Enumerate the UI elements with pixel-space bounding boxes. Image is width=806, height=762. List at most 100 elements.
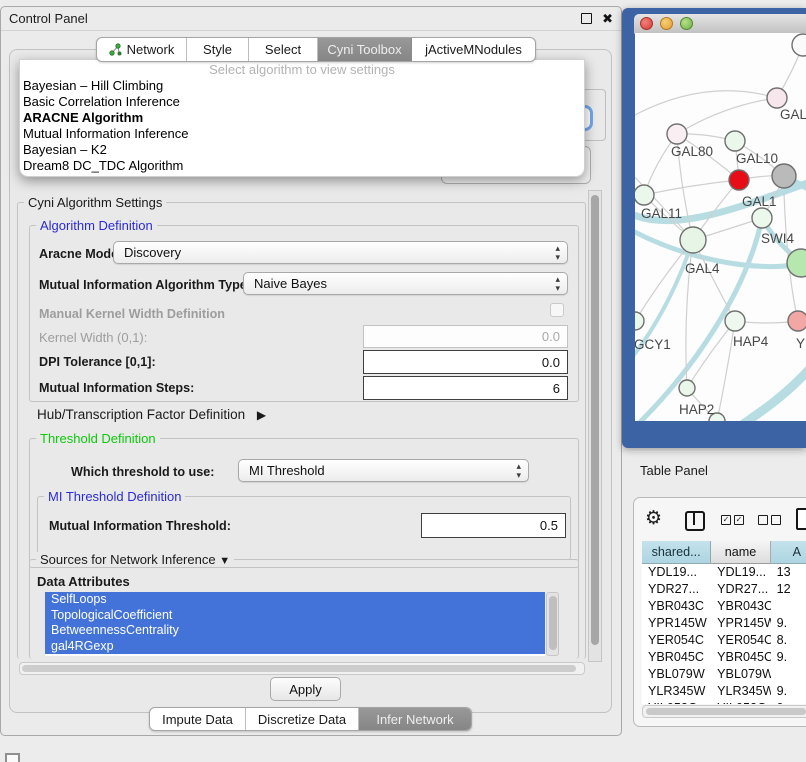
expand-arrow-icon[interactable]: ▶ [257,408,266,422]
table-cell[interactable]: YPR145W [711,615,771,632]
table-cell[interactable]: 9 [771,700,806,704]
table-cell[interactable]: 13 [771,564,806,581]
close-window-icon[interactable] [640,17,653,30]
sources-group-title[interactable]: Sources for Network Inference ▼ [36,552,234,567]
select-all-columns-icon[interactable]: ✓✓ [721,515,744,525]
algorithm-option[interactable]: Dream8 DC_TDC Algorithm [20,158,584,174]
collapse-arrow-icon[interactable]: ▼ [219,555,230,567]
data-attributes-list[interactable]: SelfLoopsTopologicalCoefficientBetweenne… [45,592,545,656]
network-node[interactable] [792,34,806,56]
network-window-titlebar[interactable] [634,14,806,34]
network-node-gal7[interactable] [767,88,787,108]
algorithm-option[interactable]: Bayesian – Hill Climbing [20,78,584,94]
hub-definition-toggle[interactable]: Hub/Transcription Factor Definition ▶ [37,407,266,422]
table-cell[interactable]: YDR27... [642,581,711,598]
network-node-gal4[interactable] [680,227,706,253]
table-cell[interactable]: 8. [771,632,806,649]
zoom-window-icon[interactable] [680,17,693,30]
column-header[interactable]: A [771,541,806,564]
algorithm-option[interactable]: Bayesian – K2 [20,142,584,158]
network-edge-thick[interactable] [727,365,806,421]
tab-infer-network[interactable]: Infer Network [359,708,471,730]
data-attribute-item[interactable]: SelfLoops [45,592,545,608]
table-cell[interactable]: YBR045C [711,649,771,666]
table-cell[interactable]: YDR27... [711,581,771,598]
network-node-gal80[interactable] [667,124,687,144]
table-cell[interactable]: YBL079W [642,666,711,683]
network-node-hap2[interactable] [679,380,695,396]
table-cell[interactable]: YBR045C [642,649,711,666]
table-row[interactable]: YDL19...YDL19...13 [642,564,806,581]
network-node[interactable] [772,164,796,188]
network-node-hap4[interactable] [725,311,745,331]
mi-threshold-field[interactable]: 0.5 [421,513,566,538]
settings-vertical-scrollbar[interactable] [588,190,602,662]
which-threshold-combo[interactable]: MI Threshold ▴▾ [238,459,529,482]
table-row[interactable]: YBR043CYBR043C [642,598,806,615]
network-graph[interactable]: GAL7GAL80GAL10GAL1GAL11SWI4GAL4GCY1HAP4Y… [635,33,806,421]
algorithm-option[interactable]: ARACNE Algorithm [20,110,584,126]
settings-horizontal-scrollbar[interactable] [19,662,585,675]
mi-steps-field[interactable]: 6 [363,376,568,400]
tab-discretize-data[interactable]: Discretize Data [246,708,359,730]
table-row[interactable]: YIL052CYIL052C9 [642,700,806,704]
tab-impute-data[interactable]: Impute Data [150,708,246,730]
table-cell[interactable]: YER054C [711,632,771,649]
table-cell[interactable]: YLR345W [642,683,711,700]
table-cell[interactable]: YBR043C [711,598,771,615]
float-panel-icon[interactable] [581,13,592,24]
table-row[interactable]: YBL079WYBL079W [642,666,806,683]
mi-algorithm-type-combo[interactable]: Naive Bayes ▴▾ [243,272,568,295]
table-row[interactable]: YPR145WYPR145W9. [642,615,806,632]
panel-corner-button[interactable] [5,753,20,762]
network-node-swi4[interactable] [752,208,772,228]
kernel-width-field[interactable]: 0.0 [363,325,568,348]
tab-cyni-toolbox[interactable]: Cyni Toolbox [318,38,412,61]
table-cell[interactable]: 9. [771,649,806,666]
node-table[interactable]: shared...nameAYDL19...YDL19...13YDR27...… [642,541,806,704]
table-cell[interactable]: YDL19... [642,564,711,581]
table-cell[interactable] [771,598,806,615]
tab-style[interactable]: Style [187,38,249,61]
table-cell[interactable]: YPR145W [642,615,711,632]
gear-icon[interactable]: ⚙ [645,509,662,528]
table-cell[interactable]: YBL079W [711,666,771,683]
table-row[interactable]: YER054CYER054C8. [642,632,806,649]
network-view-frame[interactable]: GAL7GAL80GAL10GAL1GAL11SWI4GAL4GCY1HAP4Y… [622,8,806,448]
network-node-y[interactable] [788,311,806,331]
unselect-all-columns-icon[interactable] [758,515,781,525]
tab-network[interactable]: Network [97,38,187,61]
network-node-gcy1[interactable] [635,312,644,330]
table-row[interactable]: YLR345WYLR345W9. [642,683,806,700]
network-edge[interactable] [644,180,739,195]
columns-icon[interactable] [685,511,705,531]
table-horizontal-scrollbar[interactable] [642,705,806,718]
data-attribute-item[interactable]: gal4RGexp [45,639,545,655]
table-cell[interactable]: YIL052C [642,700,711,704]
minimize-window-icon[interactable] [660,17,673,30]
close-panel-icon[interactable]: ✖ [602,12,613,25]
new-table-icon[interactable] [796,508,806,530]
manual-kernel-width-checkbox[interactable] [550,303,564,317]
network-node-gal11[interactable] [635,185,654,205]
column-header[interactable]: name [711,541,770,564]
algorithm-option[interactable]: Mutual Information Inference [20,126,584,142]
network-node-gal10[interactable] [725,131,745,151]
table-row[interactable]: YDR27...YDR27...12 [642,581,806,598]
tab-select[interactable]: Select [249,38,318,61]
dpi-tolerance-field[interactable]: 0.0 [363,350,568,374]
table-cell[interactable]: YER054C [642,632,711,649]
table-row[interactable]: YBR045CYBR045C9. [642,649,806,666]
table-cell[interactable]: 12 [771,581,806,598]
data-attribute-item[interactable]: BetweennessCentrality [45,623,545,639]
table-cell[interactable]: YLR345W [711,683,771,700]
attributes-list-scrollbar[interactable] [546,592,559,656]
aracne-mode-combo[interactable]: Discovery ▴▾ [113,241,568,264]
network-node-gal1[interactable] [729,170,749,190]
network-edge[interactable] [635,91,777,117]
data-attribute-item[interactable]: TopologicalCoefficient [45,608,545,624]
apply-button[interactable]: Apply [270,677,341,701]
table-cell[interactable] [771,666,806,683]
control-panel-titlebar[interactable]: Control Panel ✖ [1,7,621,31]
tab-jactivemnodules[interactable]: jActiveMNodules [412,38,535,61]
